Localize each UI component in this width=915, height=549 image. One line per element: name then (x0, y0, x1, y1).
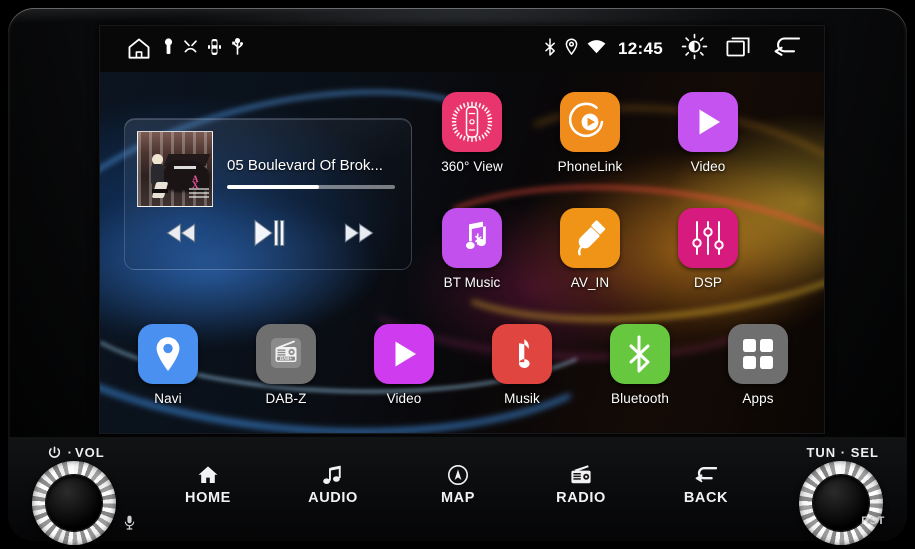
hw-button-home[interactable]: HOME (158, 463, 258, 506)
key-icon (163, 38, 174, 60)
brightness-icon[interactable] (681, 33, 708, 65)
hw-button-label: MAP (440, 490, 476, 506)
tune-knob-label: TUN · SEL (806, 445, 879, 460)
hw-button-label: RADIO (556, 490, 606, 506)
app-av-in[interactable]: AV_IN (542, 208, 638, 290)
progress-fill (227, 185, 320, 189)
app-apps[interactable]: Apps (710, 324, 806, 406)
app-phonelink[interactable]: PhoneLink (542, 92, 638, 174)
phonelink-play-icon (560, 92, 620, 152)
head-unit-device: 12:45 A X 05 Boulevard Of Brok... 360° V… (8, 8, 907, 545)
hw-button-back[interactable]: BACK (656, 463, 756, 506)
usb-icon (231, 37, 244, 60)
hw-button-label: BACK (683, 490, 729, 506)
back-arrow-icon (656, 463, 756, 487)
clock: 12:45 (618, 39, 663, 58)
play-pause-icon[interactable] (244, 213, 292, 253)
app-label: Bluetooth (611, 391, 669, 406)
touchscreen-display[interactable]: 12:45 A X 05 Boulevard Of Brok... 360° V… (100, 26, 824, 433)
app-label: DSP (693, 275, 723, 290)
bluetooth-icon (544, 37, 556, 61)
dab-radio-icon: DAB+ (256, 324, 316, 384)
app-video-bottom[interactable]: Video (356, 324, 452, 406)
seatbelt-icon (183, 39, 198, 59)
location-icon (565, 38, 578, 60)
app-label: DAB-Z (265, 391, 307, 406)
recent-apps-icon[interactable] (726, 35, 754, 64)
album-art: AX (137, 131, 213, 207)
apps-grid-icon (728, 324, 788, 384)
hardware-button-bar: · VOL HOME AUDIO MAP RADIO BACK TUN · SE… (8, 437, 907, 545)
map-navigate-icon (408, 463, 508, 487)
rca-plug-icon (560, 208, 620, 268)
app-label: BT Music (443, 275, 501, 290)
app-video-top[interactable]: Video (660, 92, 756, 174)
tune-select-knob[interactable] (799, 461, 883, 545)
power-icon (48, 446, 61, 458)
app-label: Apps (742, 391, 774, 406)
app-dab-z[interactable]: DAB+ DAB-Z (238, 324, 334, 406)
equalizer-sliders-icon (678, 208, 738, 268)
music-notes-icon (283, 463, 383, 487)
playback-progress-bar[interactable] (227, 185, 395, 189)
bluetooth-icon (610, 324, 670, 384)
app-dsp[interactable]: DSP (660, 208, 756, 290)
status-bar: 12:45 (100, 26, 824, 72)
app-label: PhoneLink (557, 159, 623, 174)
video-play-icon (678, 92, 738, 152)
app-label: 360° View (441, 159, 503, 174)
microphone-icon (124, 515, 135, 535)
volume-knob-label: · VOL (48, 445, 105, 460)
hw-button-radio[interactable]: RADIO (531, 463, 631, 506)
app-musik[interactable]: Musik (474, 324, 570, 406)
radio-icon (531, 463, 631, 487)
map-pin-icon (138, 324, 198, 384)
bt-music-icon (442, 208, 502, 268)
app-label: AV_IN (570, 275, 610, 290)
app-navi[interactable]: Navi (120, 324, 216, 406)
back-arrow-icon[interactable] (772, 34, 802, 65)
video-play-icon (374, 324, 434, 384)
hw-button-map[interactable]: MAP (408, 463, 508, 506)
parking-sensor-icon (207, 38, 222, 61)
rewind-icon[interactable] (157, 213, 205, 253)
home-icon (158, 463, 258, 487)
app-label: Video (690, 159, 726, 174)
hw-button-label: HOME (185, 490, 231, 506)
reset-label: RST (861, 515, 885, 527)
app-360-view[interactable]: 360° View (424, 92, 520, 174)
wifi-icon (587, 39, 606, 59)
hw-button-audio[interactable]: AUDIO (283, 463, 383, 506)
app-bluetooth[interactable]: Bluetooth (592, 324, 688, 406)
media-player-widget[interactable]: AX 05 Boulevard Of Brok... (124, 118, 412, 270)
home-icon[interactable] (126, 36, 152, 62)
app-label: Navi (154, 391, 182, 406)
track-title: 05 Boulevard Of Brok... (227, 157, 383, 174)
fast-forward-icon[interactable] (335, 213, 383, 253)
app-label: Video (386, 391, 422, 406)
volume-knob[interactable] (32, 461, 116, 545)
hw-button-label: AUDIO (308, 490, 358, 506)
home-screen-wallpaper: AX 05 Boulevard Of Brok... 360° View Pho… (100, 72, 824, 433)
app-label: Musik (504, 391, 540, 406)
app-bt-music[interactable]: BT Music (424, 208, 520, 290)
music-note-icon (492, 324, 552, 384)
dab-badge-text: DAB+ (280, 356, 293, 361)
car-360-view-icon (442, 92, 502, 152)
